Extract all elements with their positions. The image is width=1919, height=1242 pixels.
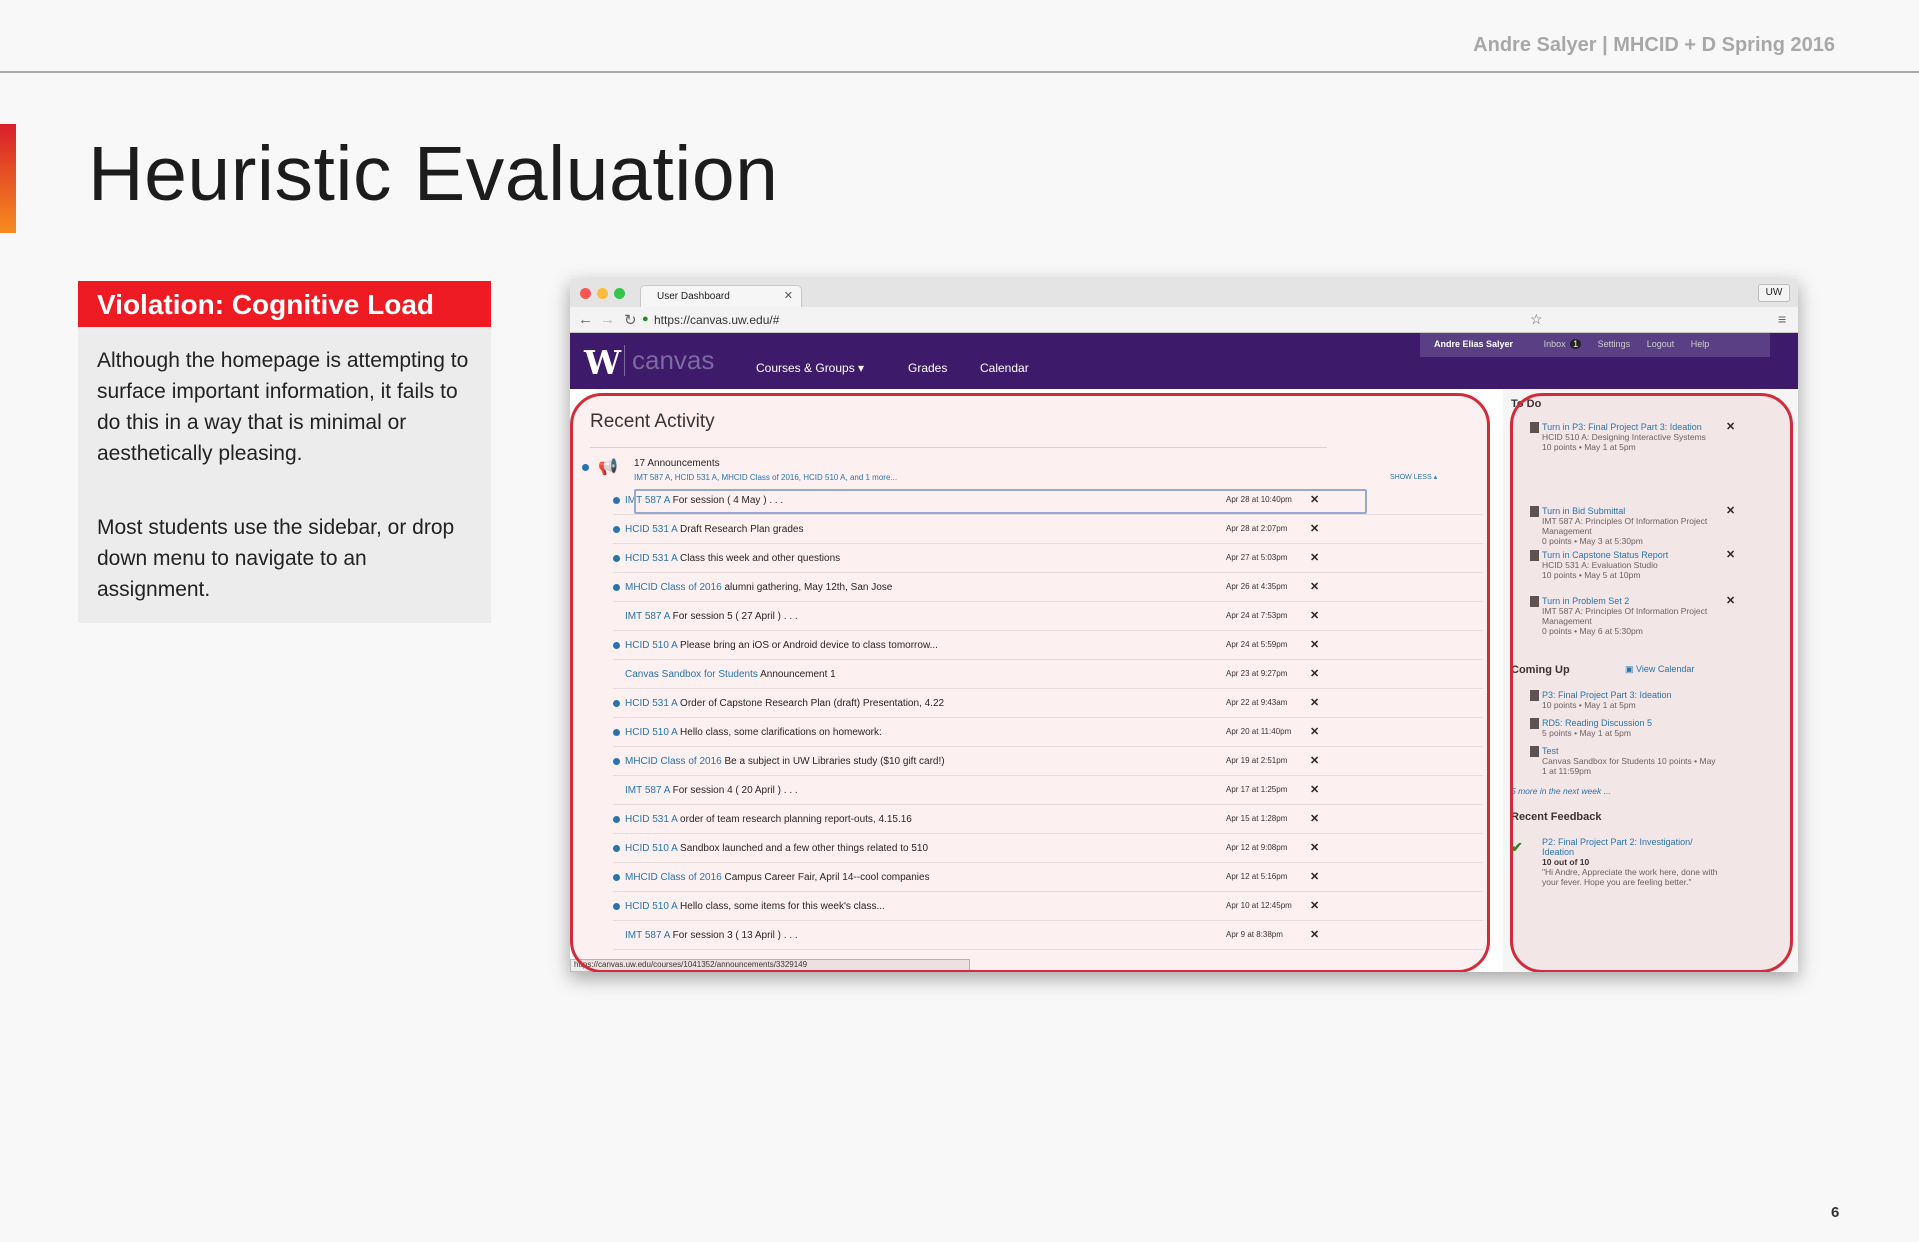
settings-link[interactable]: Settings — [1598, 339, 1631, 349]
forward-icon[interactable]: → — [600, 311, 615, 328]
highlight-recent-activity — [570, 393, 1490, 972]
violation-heading: Violation: Cognitive Load — [78, 281, 491, 327]
author-header: Andre Salyer | MHCID + D Spring 2016 — [1473, 34, 1835, 56]
uw-logo[interactable]: W — [584, 343, 621, 382]
user-menu: Andre Elias Salyer Inbox 1 Settings Logo… — [1420, 333, 1770, 357]
highlight-sidebar — [1510, 393, 1793, 972]
profile-button[interactable]: UW — [1758, 284, 1790, 302]
user-name-link[interactable]: Andre Elias Salyer — [1434, 339, 1513, 349]
bookmark-star-icon[interactable]: ☆ — [1530, 311, 1543, 328]
reload-icon[interactable]: ↻ — [624, 311, 637, 329]
help-link[interactable]: Help — [1691, 339, 1710, 349]
page-number: 6 — [1831, 1204, 1840, 1221]
tab-title: User Dashboard — [657, 291, 730, 302]
canvas-screenshot: User Dashboard ✕ UW ← → ↻ ● https://canva… — [570, 279, 1798, 972]
violation-box: Violation: Cognitive Load Although the h… — [78, 281, 491, 623]
canvas-navbar: W canvas Courses & Groups ▾ Grades Calen… — [570, 333, 1798, 389]
lock-icon: ● — [642, 313, 649, 325]
logout-link[interactable]: Logout — [1647, 339, 1675, 349]
close-window-icon[interactable] — [580, 288, 591, 299]
inbox-label: Inbox — [1543, 339, 1566, 349]
menu-grades[interactable]: Grades — [908, 361, 947, 375]
canvas-logo[interactable]: canvas — [624, 345, 714, 376]
browser-tab-bar: User Dashboard ✕ UW — [570, 279, 1798, 307]
close-tab-icon[interactable]: ✕ — [784, 289, 793, 302]
menu-calendar[interactable]: Calendar — [980, 361, 1029, 375]
slide-title: Heuristic Evaluation — [88, 131, 779, 217]
inbox-link[interactable]: Inbox 1 — [1530, 339, 1582, 349]
back-icon[interactable]: ← — [578, 311, 593, 328]
violation-paragraph-1: Although the homepage is attempting to s… — [97, 349, 469, 465]
browser-tab[interactable]: User Dashboard ✕ — [640, 285, 802, 307]
browser-menu-icon[interactable]: ≡ — [1778, 311, 1786, 327]
url-field[interactable]: https://canvas.uw.edu/# — [654, 313, 779, 327]
accent-bar — [0, 124, 16, 233]
header-divider — [0, 71, 1919, 73]
minimize-window-icon[interactable] — [597, 288, 608, 299]
address-bar: ← → ↻ ● https://canvas.uw.edu/# ☆ ≡ — [570, 307, 1798, 333]
menu-courses-groups[interactable]: Courses & Groups ▾ — [756, 361, 864, 375]
violation-paragraph-2: Most students use the sidebar, or drop d… — [97, 516, 455, 601]
maximize-window-icon[interactable] — [614, 288, 625, 299]
inbox-count-badge: 1 — [1570, 339, 1582, 349]
violation-body: Although the homepage is attempting to s… — [78, 327, 491, 605]
